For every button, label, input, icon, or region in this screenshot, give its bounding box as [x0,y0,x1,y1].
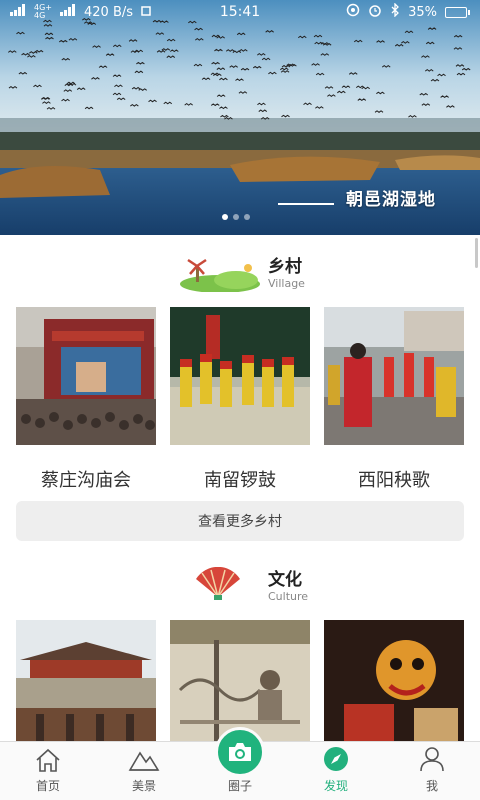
tab-label: 圈子 [227,779,252,793]
tab-label: 首页 [35,779,60,793]
windmill-icon [178,256,262,296]
location-icon [346,3,360,21]
carousel-dot[interactable] [233,214,239,220]
tab-scenery[interactable]: 美景 [96,742,192,800]
compass-icon [324,747,348,771]
signal-icon [60,4,76,20]
village-card-list: 蔡庄沟庙会 南留锣鼓 西阳秧歌 [16,307,464,492]
village-card-name: 南留锣鼓 [204,470,276,491]
village-card-name: 西阳秧歌 [358,470,430,491]
village-card[interactable]: 西阳秧歌 [324,307,464,492]
tab-label: 美景 [131,779,156,793]
network-type: 4G+ 4G [34,4,52,20]
village-card-image [324,307,464,445]
fan-icon [194,566,242,607]
notification-icon [141,5,151,20]
alarm-icon [368,3,382,21]
mountain-icon [128,751,160,771]
culture-subtitle: Culture [268,590,309,603]
banner-caption-line [278,203,334,205]
more-villages-button[interactable]: 查看更多乡村 [16,501,464,541]
camera-icon [229,743,251,761]
carousel-dots [222,214,250,220]
village-card-image [16,307,156,445]
culture-card-image [16,620,156,758]
battery-icon [445,6,470,18]
village-card-name: 蔡庄沟庙会 [41,470,131,491]
culture-card[interactable] [16,620,156,758]
tab-discover[interactable]: 发现 [288,742,384,800]
village-section-header: 乡村 Village [0,250,480,300]
tab-label: 我 [425,779,438,793]
village-card[interactable]: 南留锣鼓 [170,307,310,492]
village-title: 乡村 [268,257,302,277]
tab-label: 发现 [323,779,348,793]
carousel-dot[interactable] [244,214,250,220]
battery-percent: 35% [408,4,437,20]
camera-button[interactable] [215,727,265,777]
carousel-dot[interactable] [222,214,228,220]
village-card[interactable]: 蔡庄沟庙会 [16,307,156,492]
culture-title: 文化 [268,570,302,590]
banner-carousel[interactable]: 朝邑湖湿地 [0,0,480,235]
tab-home[interactable]: 首页 [0,742,96,800]
culture-card-image [324,620,464,758]
network-type-2: 4G [34,11,46,20]
tab-me[interactable]: 我 [384,742,480,800]
village-card-image [170,307,310,445]
clock: 15:41 [219,4,261,20]
culture-section-header: 文化 Culture [0,563,480,613]
village-subtitle: Village [268,277,305,290]
network-speed: 420 B/s [84,4,134,20]
signal-icon [10,4,26,20]
culture-card[interactable] [324,620,464,758]
banner-caption: 朝邑湖湿地 [346,190,436,210]
status-bar: 4G+ 4G 420 B/s 15:41 35% [0,0,480,24]
bluetooth-icon [390,2,400,21]
person-icon [420,747,444,772]
home-icon [36,748,60,772]
